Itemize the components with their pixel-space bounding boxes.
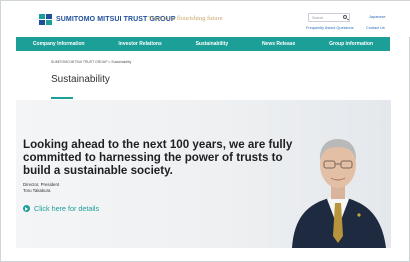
- search-placeholder: Search: [312, 16, 324, 20]
- main-nav: Company Information Investor Relations S…: [16, 37, 390, 51]
- nav-item-sustainability[interactable]: Sustainability: [196, 41, 229, 47]
- title-underline: [51, 97, 73, 99]
- details-link[interactable]: Click here for details: [23, 204, 99, 213]
- nav-item-news-release[interactable]: News Release: [262, 41, 295, 47]
- language-link[interactable]: Japanese: [369, 15, 385, 19]
- president-title: Director, President: [23, 182, 60, 187]
- nav-item-group-information[interactable]: Group information: [329, 41, 373, 47]
- logo-mark-icon: [39, 14, 52, 25]
- tagline: Trust for a flourishing future: [148, 15, 223, 22]
- nav-item-investor-relations[interactable]: Investor Relations: [118, 41, 161, 47]
- search-input[interactable]: Search: [308, 13, 350, 22]
- search-icon[interactable]: [343, 15, 347, 19]
- faq-link[interactable]: Frequently Asked Questions: [306, 26, 354, 30]
- breadcrumb[interactable]: SUMITOMO MITSUI TRUST GROUP > Sustainabi…: [51, 60, 131, 64]
- site-header: SUMITOMO MITSUI TRUST GROUP Trust for a …: [1, 1, 410, 37]
- page-title: Sustainability: [51, 74, 110, 85]
- hero-headline: Looking ahead to the next 100 years, we …: [23, 138, 293, 177]
- details-link-label[interactable]: Click here for details: [34, 204, 99, 213]
- contact-link[interactable]: Contact Us: [366, 26, 385, 30]
- arrow-circle-icon[interactable]: [23, 205, 30, 212]
- nav-item-company-information[interactable]: Company Information: [33, 41, 85, 47]
- page-frame: SUMITOMO MITSUI TRUST GROUP Trust for a …: [0, 0, 410, 262]
- president-name: Toru Takakura: [23, 188, 51, 193]
